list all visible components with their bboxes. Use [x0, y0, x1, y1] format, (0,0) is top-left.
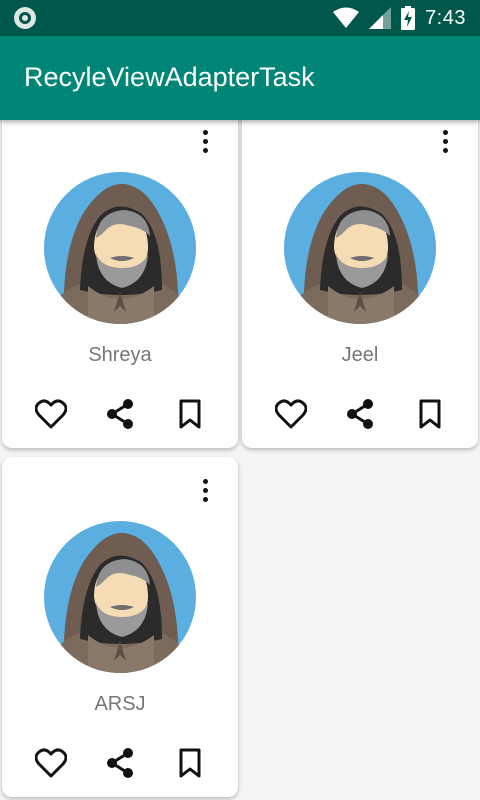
avatar — [44, 172, 196, 324]
status-bar: 7:43 — [0, 0, 480, 36]
heart-icon[interactable] — [32, 744, 70, 782]
battery-charging-icon — [401, 6, 416, 30]
card-name: Jeel — [341, 344, 379, 366]
card-actions — [272, 395, 452, 433]
card[interactable]: Shreya — [2, 108, 238, 448]
card-name: ARSJ — [94, 693, 146, 715]
bookmark-icon[interactable] — [411, 395, 449, 433]
wifi-icon — [333, 7, 360, 28]
cell-signal-icon — [369, 7, 392, 29]
heart-icon[interactable] — [272, 395, 310, 433]
card[interactable]: Jeel — [242, 108, 478, 448]
card-actions — [32, 395, 212, 433]
bookmark-icon[interactable] — [171, 395, 209, 433]
app-title: RecyleViewAdapterTask — [24, 62, 315, 92]
more-vert-icon[interactable] — [196, 479, 214, 505]
share-icon[interactable] — [341, 395, 379, 433]
status-icons: 7:43 — [333, 5, 466, 31]
card-grid[interactable]: Shreya Jeel ARSJ — [0, 108, 480, 800]
card[interactable]: ARSJ — [2, 457, 238, 797]
avatar — [44, 521, 196, 673]
avatar — [284, 172, 436, 324]
share-icon[interactable] — [101, 395, 139, 433]
more-vert-icon[interactable] — [196, 130, 214, 156]
card-name: Shreya — [88, 344, 152, 366]
app-bar: RecyleViewAdapterTask — [0, 36, 480, 120]
status-time: 7:43 — [425, 6, 466, 29]
share-icon[interactable] — [101, 744, 139, 782]
card-actions — [32, 744, 212, 782]
more-vert-icon[interactable] — [436, 130, 454, 156]
heart-icon[interactable] — [32, 395, 70, 433]
notification-icon — [14, 7, 36, 29]
bookmark-icon[interactable] — [171, 744, 209, 782]
